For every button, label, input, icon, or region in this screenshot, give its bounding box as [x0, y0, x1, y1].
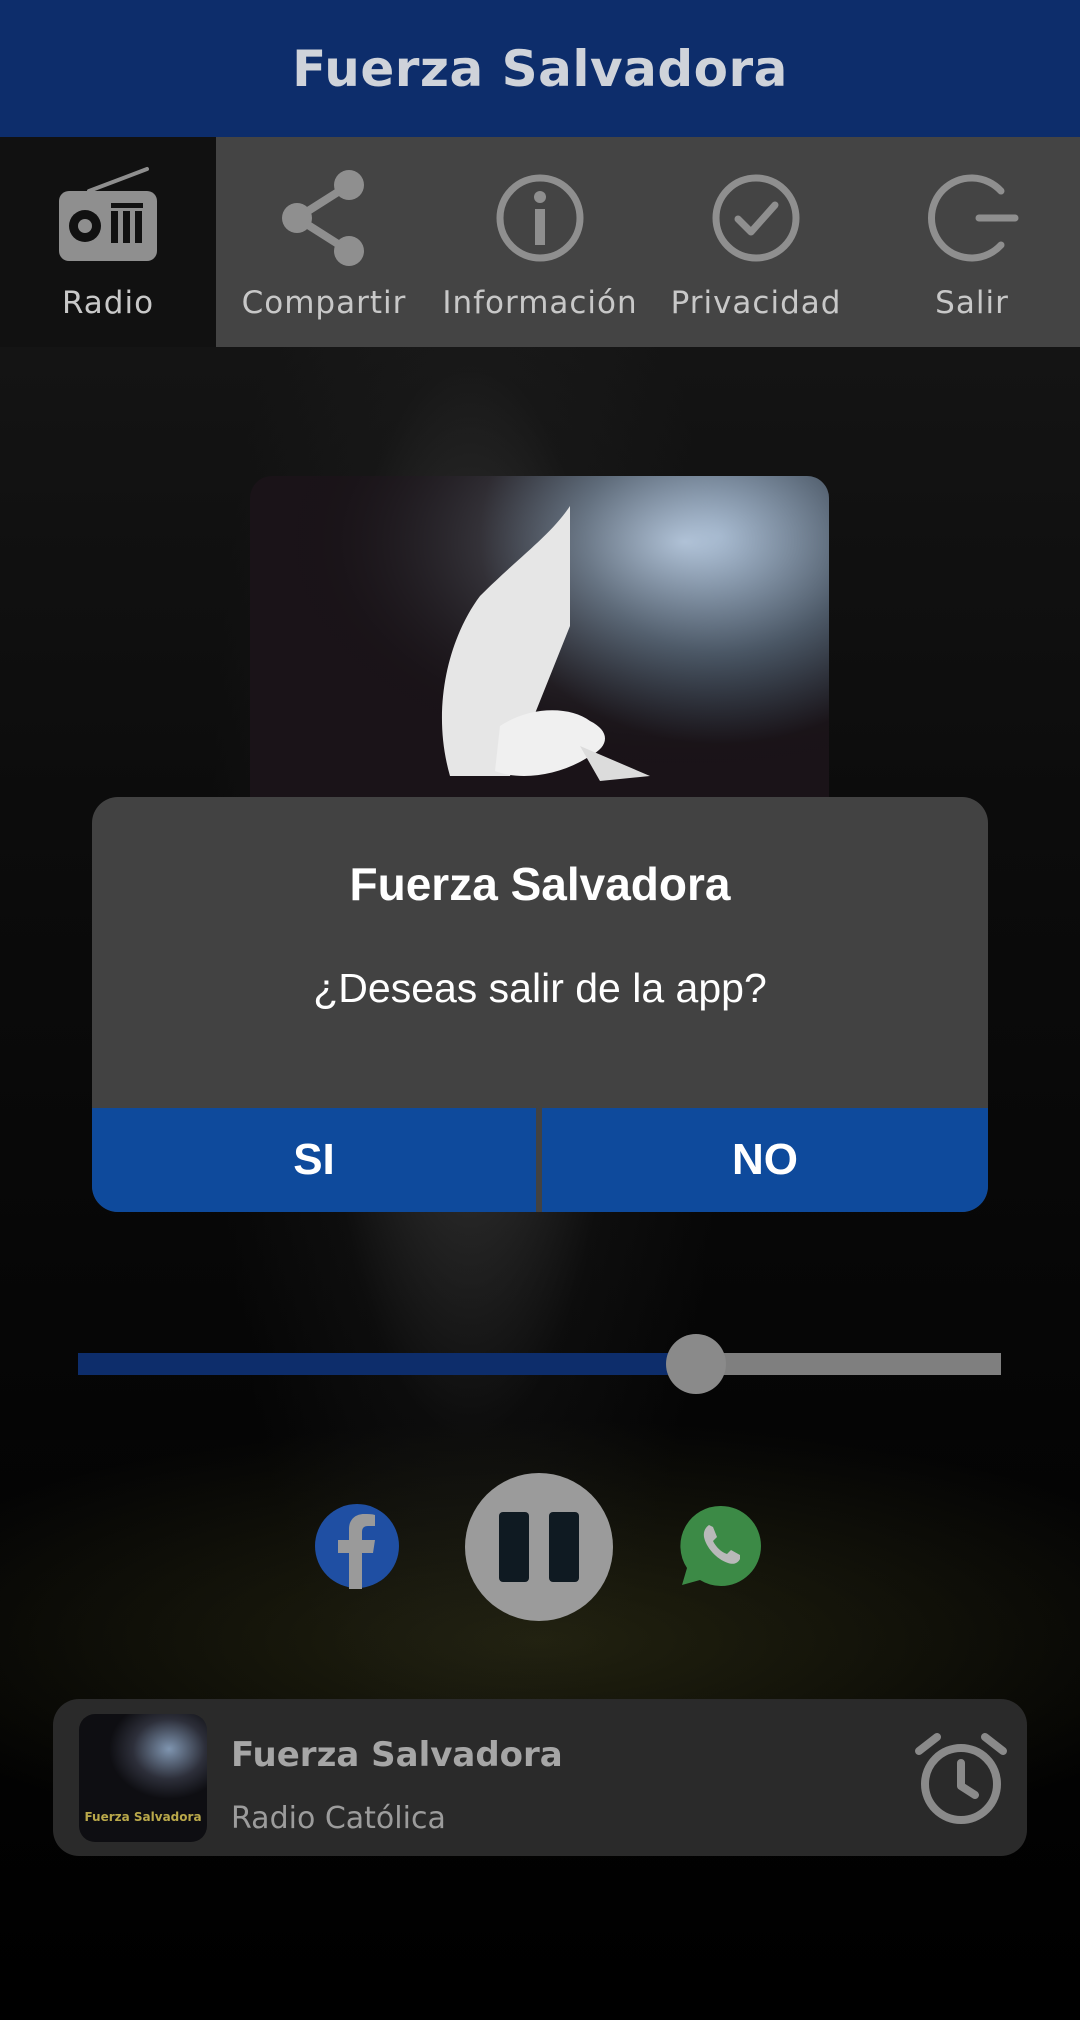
station-cover-image: [250, 476, 829, 806]
dove-image: [250, 476, 829, 806]
alarm-clock-icon[interactable]: [911, 1729, 1011, 1829]
app-header: Fuerza Salvadora: [0, 0, 1080, 137]
pause-icon-bar: [499, 1512, 529, 1582]
station-subtitle: Radio Católica: [231, 1801, 446, 1836]
pause-button[interactable]: [465, 1473, 613, 1621]
facebook-icon[interactable]: [314, 1503, 400, 1589]
top-nav: Radio Compartir Información Privacidad S…: [0, 137, 1080, 347]
power-icon: [928, 174, 1019, 262]
volume-slider-track[interactable]: [696, 1353, 1001, 1375]
station-name: Fuerza Salvadora: [231, 1735, 563, 1775]
whatsapp-icon[interactable]: [678, 1503, 764, 1589]
exit-dialog: Fuerza Salvadora ¿Deseas salir de la app…: [92, 797, 988, 1212]
check-circle-icon: [712, 174, 800, 262]
station-thumbnail: Fuerza Salvadora: [79, 1714, 207, 1842]
pause-icon-bar: [549, 1512, 579, 1582]
tab-label: Compartir: [241, 285, 407, 321]
info-icon: [496, 174, 584, 262]
tab-informacion[interactable]: Información: [432, 137, 648, 347]
thumbnail-text: Fuerza Salvadora: [84, 1810, 202, 1824]
app-title: Fuerza Salvadora: [292, 39, 788, 98]
volume-slider-fill[interactable]: [78, 1353, 696, 1375]
tab-salir[interactable]: Salir: [864, 137, 1080, 347]
yes-button[interactable]: SI: [92, 1108, 536, 1212]
volume-slider-thumb[interactable]: [666, 1334, 726, 1394]
tab-label: Información: [442, 285, 638, 321]
share-icon: [282, 170, 364, 266]
no-button[interactable]: NO: [542, 1108, 988, 1212]
tab-compartir[interactable]: Compartir: [216, 137, 432, 347]
dialog-message: ¿Deseas salir de la app?: [313, 965, 767, 1011]
radio-icon: [59, 167, 157, 261]
tab-privacidad[interactable]: Privacidad: [648, 137, 864, 347]
tab-radio[interactable]: Radio: [0, 137, 216, 347]
tab-label: Salir: [935, 285, 1009, 321]
tab-label: Privacidad: [670, 285, 842, 321]
dialog-title: Fuerza Salvadora: [349, 858, 731, 910]
tab-label: Radio: [61, 285, 155, 321]
now-playing-bar[interactable]: Fuerza Salvadora Fuerza Salvadora Radio …: [53, 1699, 1027, 1856]
